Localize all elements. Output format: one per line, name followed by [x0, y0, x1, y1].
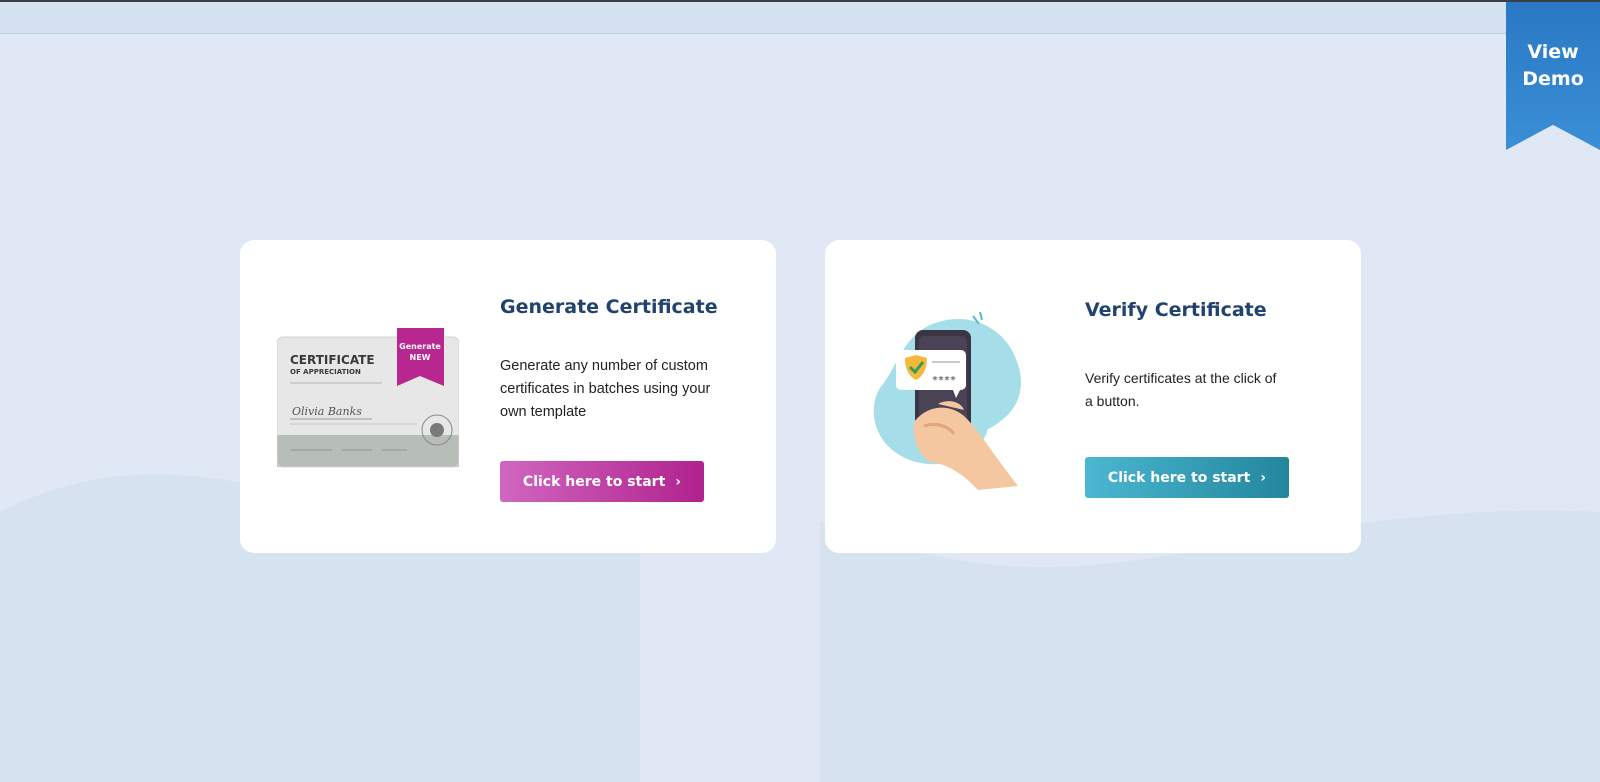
badge-line-1: Generate [399, 342, 441, 351]
generate-card-description: Generate any number of custom certificat… [500, 358, 711, 420]
ribbon-line-2: Demo [1522, 68, 1584, 90]
certificate-signature: Olivia Banks [292, 405, 362, 418]
certificate-subheading: OF APPRECIATION [290, 368, 361, 376]
certificate-illustration: CERTIFICATE OF APPRECIATION Olivia Banks… [277, 328, 459, 468]
certificate-heading: CERTIFICATE [290, 353, 375, 367]
chevron-right-icon: › [675, 473, 682, 490]
generate-certificate-card: CERTIFICATE OF APPRECIATION Olivia Banks… [240, 240, 776, 553]
verify-start-button-label: Click here to start [1107, 469, 1251, 486]
verify-start-button[interactable]: Click here to start › [1085, 457, 1289, 498]
verify-certificate-card: **** Verify Certificate Verify certifica… [825, 240, 1361, 553]
verify-card-description: Verify certificates at the click of a bu… [1085, 370, 1277, 409]
verify-card-title: Verify Certificate [1085, 299, 1267, 321]
generate-start-button[interactable]: Click here to start › [500, 461, 704, 502]
generate-card-title: Generate Certificate [500, 296, 718, 318]
generate-start-button-label: Click here to start [522, 473, 666, 490]
phone-verify-illustration: **** [873, 311, 1021, 490]
ribbon-line-1: View [1527, 41, 1579, 63]
badge-line-2: NEW [410, 353, 431, 362]
verify-code-mask: **** [932, 375, 956, 386]
chevron-right-icon: › [1260, 469, 1267, 486]
